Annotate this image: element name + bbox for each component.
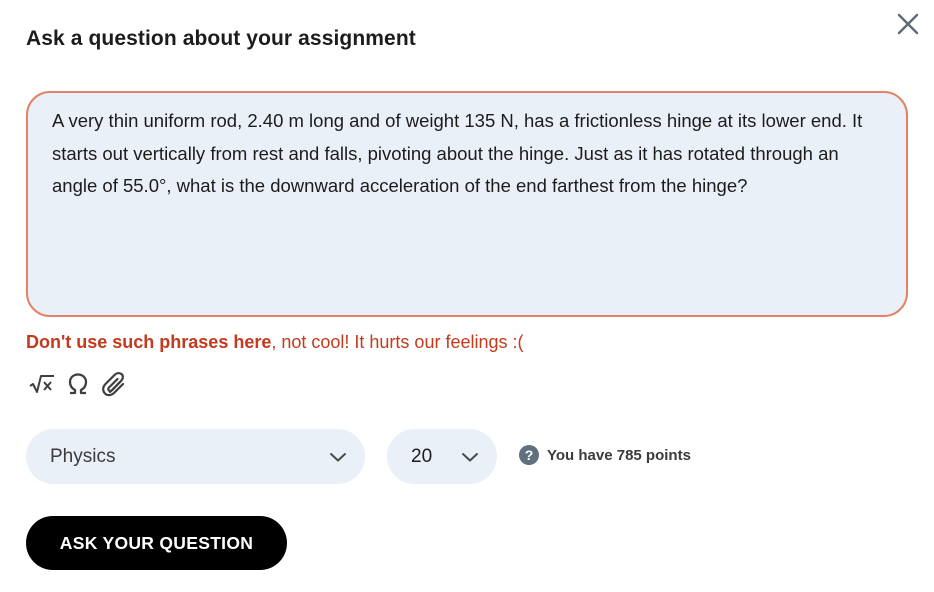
equation-button[interactable]	[28, 370, 56, 398]
points-select[interactable]: 20	[387, 429, 497, 484]
paperclip-icon	[102, 372, 125, 397]
warning-bold-text: Don't use such phrases here	[26, 332, 272, 352]
omega-icon	[68, 373, 88, 395]
chevron-down-icon	[330, 452, 346, 461]
close-button[interactable]	[894, 10, 922, 38]
editor-toolbar	[28, 370, 128, 398]
help-icon[interactable]: ?	[519, 445, 539, 465]
warning-message: Don't use such phrases here, not cool! I…	[26, 332, 523, 353]
square-root-icon	[29, 375, 54, 393]
dialog-title: Ask a question about your assignment	[26, 27, 416, 50]
subject-select[interactable]: Physics	[26, 429, 365, 484]
chevron-down-icon	[462, 452, 478, 461]
subject-selected-value: Physics	[50, 445, 116, 467]
symbol-button[interactable]	[64, 370, 92, 398]
close-icon	[897, 13, 919, 35]
points-balance-text: You have 785 points	[547, 446, 691, 464]
attach-button[interactable]	[100, 370, 128, 398]
ask-question-button[interactable]: ASK YOUR QUESTION	[26, 516, 287, 570]
points-selected-value: 20	[411, 445, 433, 467]
ask-question-dialog: Ask a question about your assignment Don…	[0, 0, 934, 592]
question-textarea[interactable]	[26, 91, 908, 317]
warning-text: , not cool! It hurts our feelings :(	[271, 332, 524, 352]
points-info: ? You have 785 points	[519, 445, 691, 465]
